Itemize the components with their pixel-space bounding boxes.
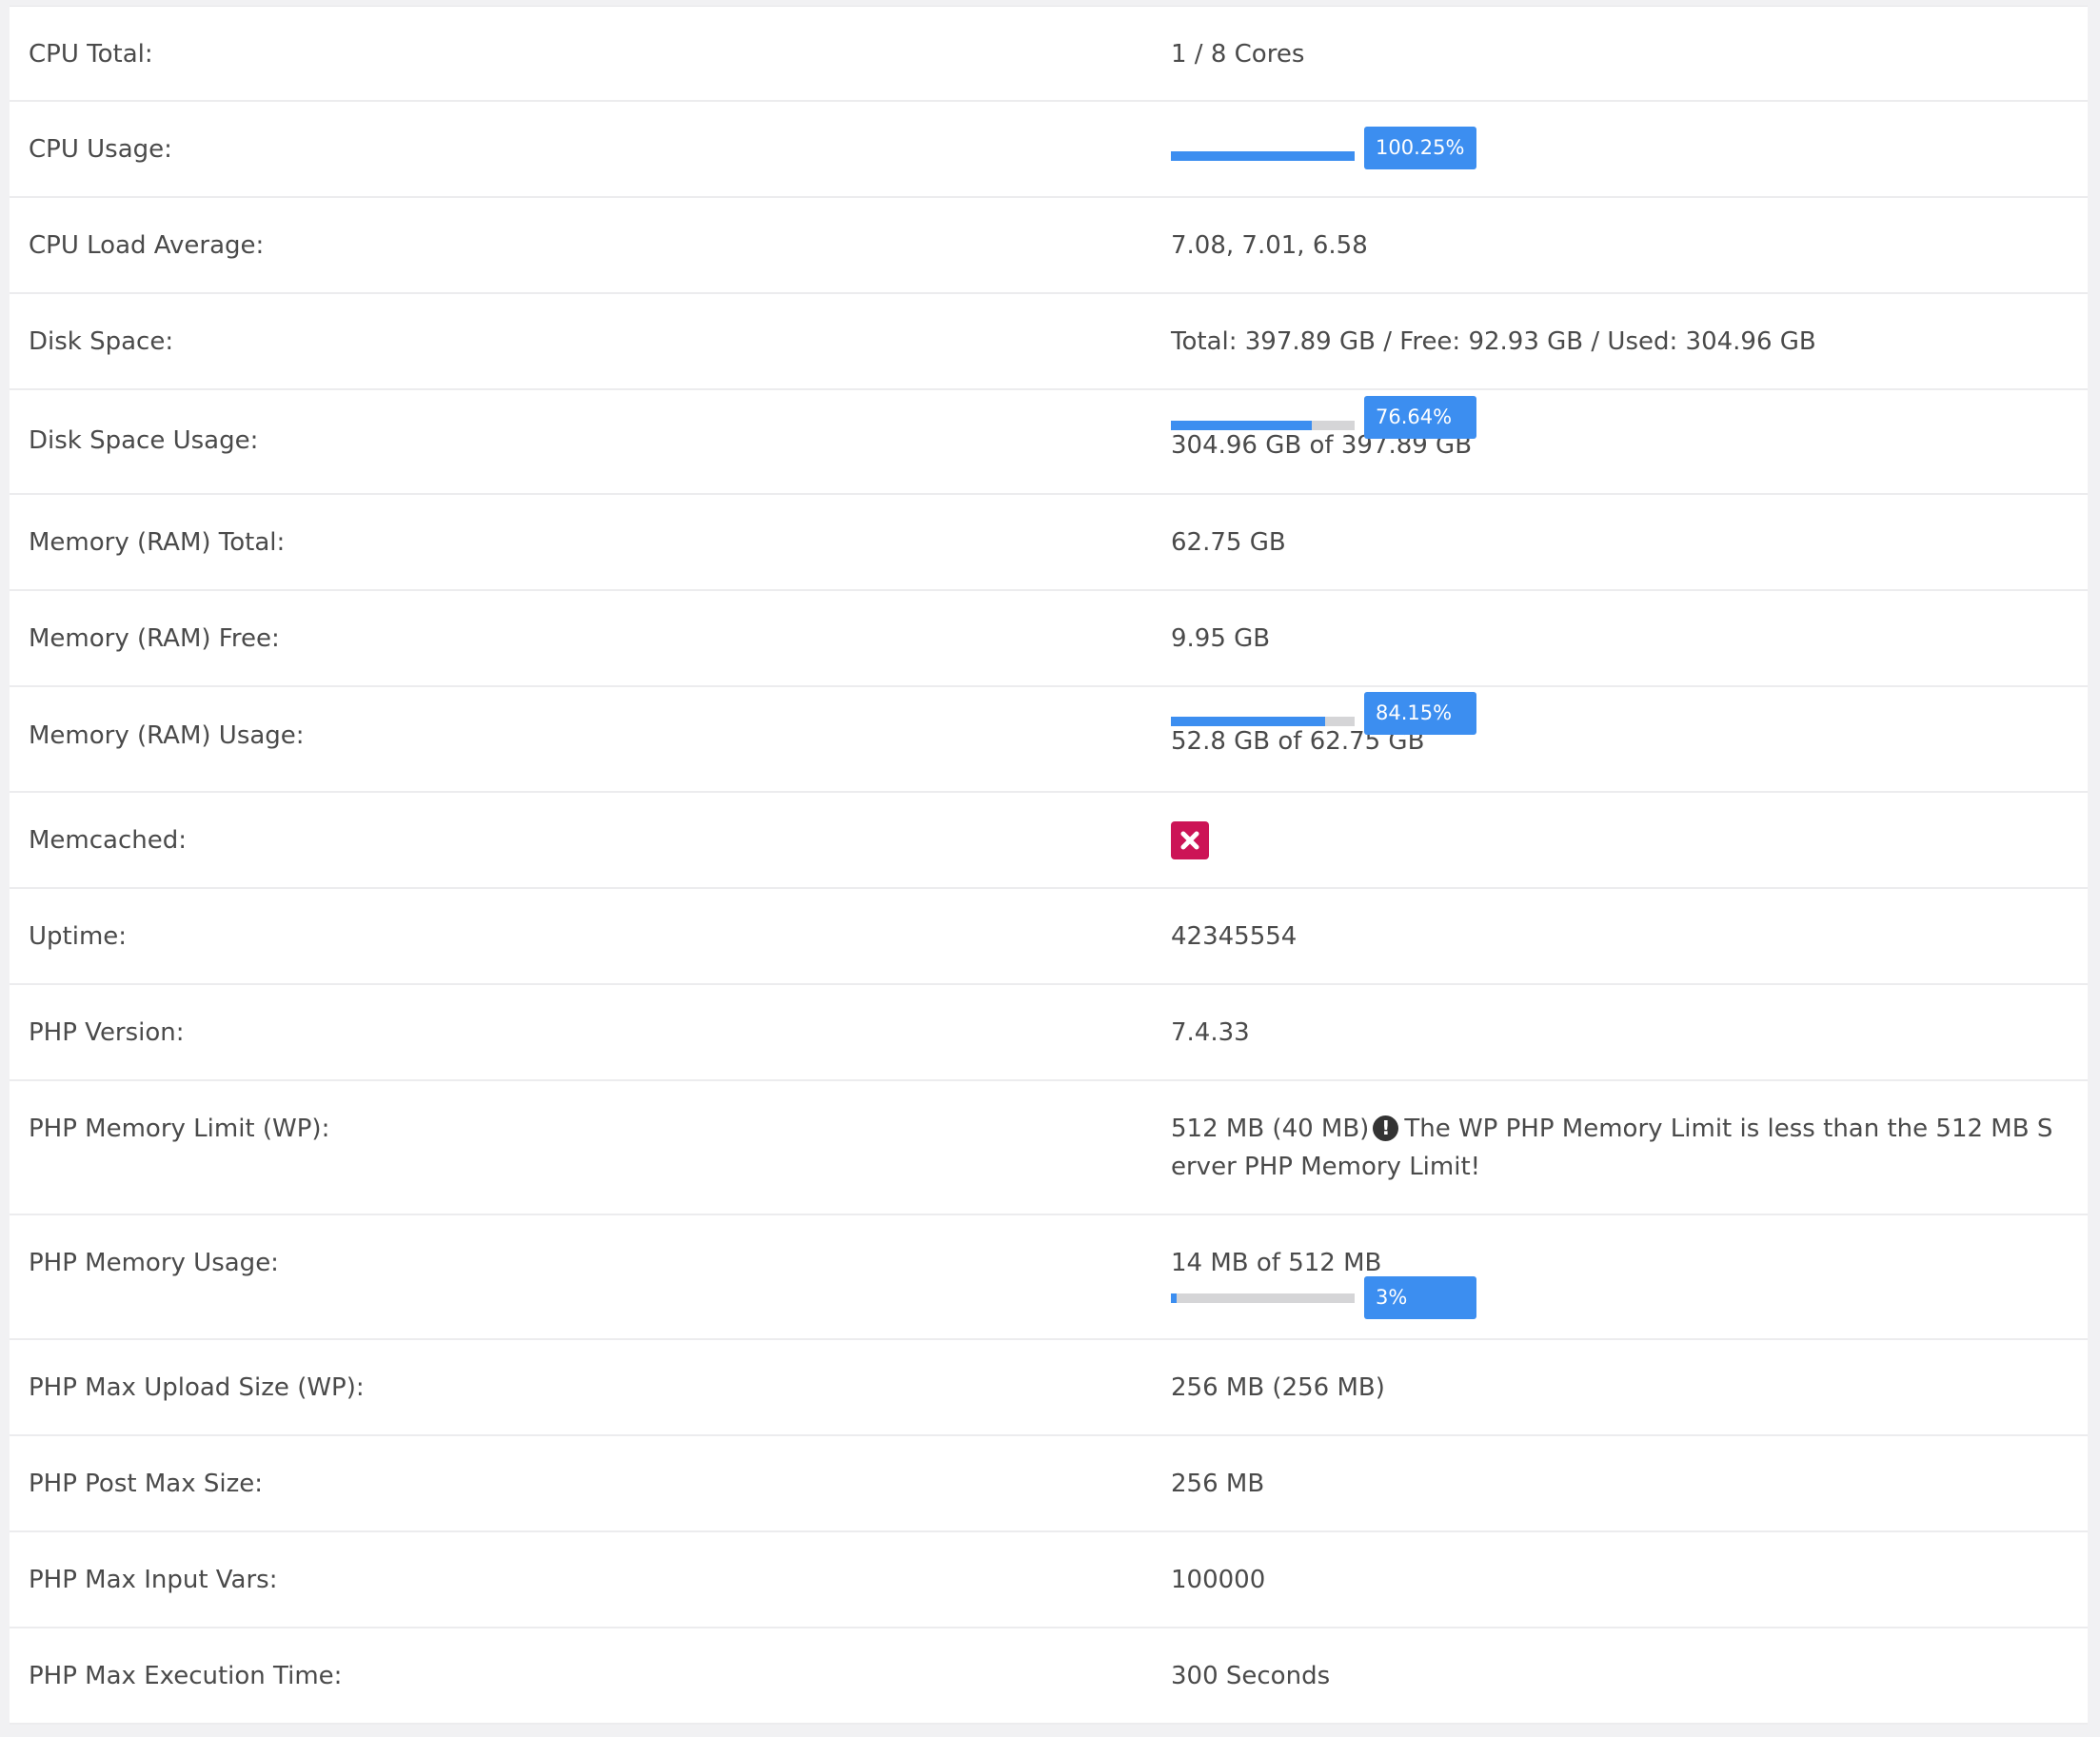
row-label: PHP Max Execution Time: [29, 1662, 343, 1690]
row-label: Memory (RAM) Total: [29, 528, 286, 557]
disk-usage-percent-badge: 76.64% [1364, 396, 1476, 439]
row-label: CPU Usage: [29, 135, 172, 164]
row-php-max-upload: PHP Max Upload Size (WP): 256 MB (256 MB… [10, 1340, 2088, 1436]
row-php-version: PHP Version: 7.4.33 [10, 985, 2088, 1081]
row-value: 100000 [1171, 1566, 1266, 1594]
row-disk-usage: Disk Space Usage: 304.96 GB of 397.89 GB… [10, 390, 2088, 495]
row-uptime: Uptime: 42345554 [10, 889, 2088, 985]
row-label: PHP Version: [29, 1018, 185, 1047]
row-value: 62.75 GB [1171, 528, 1286, 557]
exclamation-circle-icon: ! [1373, 1115, 1399, 1141]
row-label: Disk Space: [29, 327, 174, 356]
php-memory-usage-percent-badge: 3% [1364, 1276, 1476, 1319]
row-label: PHP Max Input Vars: [29, 1566, 278, 1594]
row-memory-total: Memory (RAM) Total: 62.75 GB [10, 495, 2088, 591]
row-php-post-max: PHP Post Max Size: 256 MB [10, 1436, 2088, 1532]
server-info-table: CPU Total: 1 / 8 Cores CPU Usage: 100.25… [10, 6, 2088, 1725]
x-icon-glyph [1180, 831, 1199, 850]
row-value: 256 MB (256 MB) [1171, 1373, 1385, 1402]
row-value: 1 / 8 Cores [1171, 40, 1305, 69]
row-label: PHP Memory Usage: [29, 1249, 279, 1277]
row-value: 256 MB [1171, 1470, 1265, 1498]
cpu-usage-percent-badge: 100.25% [1364, 127, 1476, 169]
row-value: 7.08, 7.01, 6.58 [1171, 231, 1368, 260]
row-label: PHP Post Max Size: [29, 1470, 263, 1498]
cpu-usage-progress-bar [1171, 151, 1355, 161]
row-value: 42345554 [1171, 922, 1298, 951]
row-cpu-total: CPU Total: 1 / 8 Cores [10, 7, 2088, 102]
row-value: 300 Seconds [1171, 1662, 1331, 1690]
row-label: PHP Memory Limit (WP): [29, 1115, 330, 1143]
row-value: 512 MB (40 MB) [1171, 1115, 1370, 1143]
row-php-memory-usage: PHP Memory Usage: 14 MB of 512 MB 3% [10, 1215, 2088, 1340]
disk-usage-progress-bar [1171, 421, 1355, 430]
row-label: CPU Load Average: [29, 231, 265, 260]
progress-fill [1171, 421, 1312, 430]
row-label: Disk Space Usage: [29, 426, 259, 455]
row-label: Memory (RAM) Usage: [29, 721, 305, 750]
row-value: Total: 397.89 GB / Free: 92.93 GB / Used… [1171, 327, 1816, 356]
row-label: Memcached: [29, 826, 188, 855]
row-disk-space: Disk Space: Total: 397.89 GB / Free: 92.… [10, 294, 2088, 390]
row-cpu-usage: CPU Usage: 100.25% [10, 102, 2088, 198]
row-memcached: Memcached: [10, 793, 2088, 889]
row-php-memory-limit: PHP Memory Limit (WP): 512 MB (40 MB)! Th… [10, 1081, 2088, 1215]
memory-usage-percent-badge: 84.15% [1364, 692, 1476, 735]
php-memory-limit-value: 512 MB (40 MB)! The WP PHP Memory Limit i… [1171, 1110, 2066, 1186]
row-label: Memory (RAM) Free: [29, 624, 280, 653]
php-memory-usage-detail: 14 MB of 512 MB [1171, 1249, 1382, 1277]
row-value: 9.95 GB [1171, 624, 1271, 653]
row-php-max-execution: PHP Max Execution Time: 300 Seconds [10, 1628, 2088, 1725]
progress-fill [1171, 1293, 1177, 1303]
row-cpu-load: CPU Load Average: 7.08, 7.01, 6.58 [10, 198, 2088, 294]
row-memory-free: Memory (RAM) Free: 9.95 GB [10, 591, 2088, 687]
row-label: CPU Total: [29, 40, 153, 69]
row-value: 7.4.33 [1171, 1018, 1250, 1047]
row-php-max-input: PHP Max Input Vars: 100000 [10, 1532, 2088, 1628]
progress-fill [1171, 151, 1355, 161]
row-label: Uptime: [29, 922, 128, 951]
php-memory-usage-progress-bar [1171, 1293, 1355, 1303]
memory-usage-progress-bar [1171, 717, 1355, 726]
x-icon [1171, 821, 1209, 859]
progress-fill [1171, 717, 1326, 726]
row-memory-usage: Memory (RAM) Usage: 52.8 GB of 62.75 GB … [10, 687, 2088, 793]
row-label: PHP Max Upload Size (WP): [29, 1373, 365, 1402]
